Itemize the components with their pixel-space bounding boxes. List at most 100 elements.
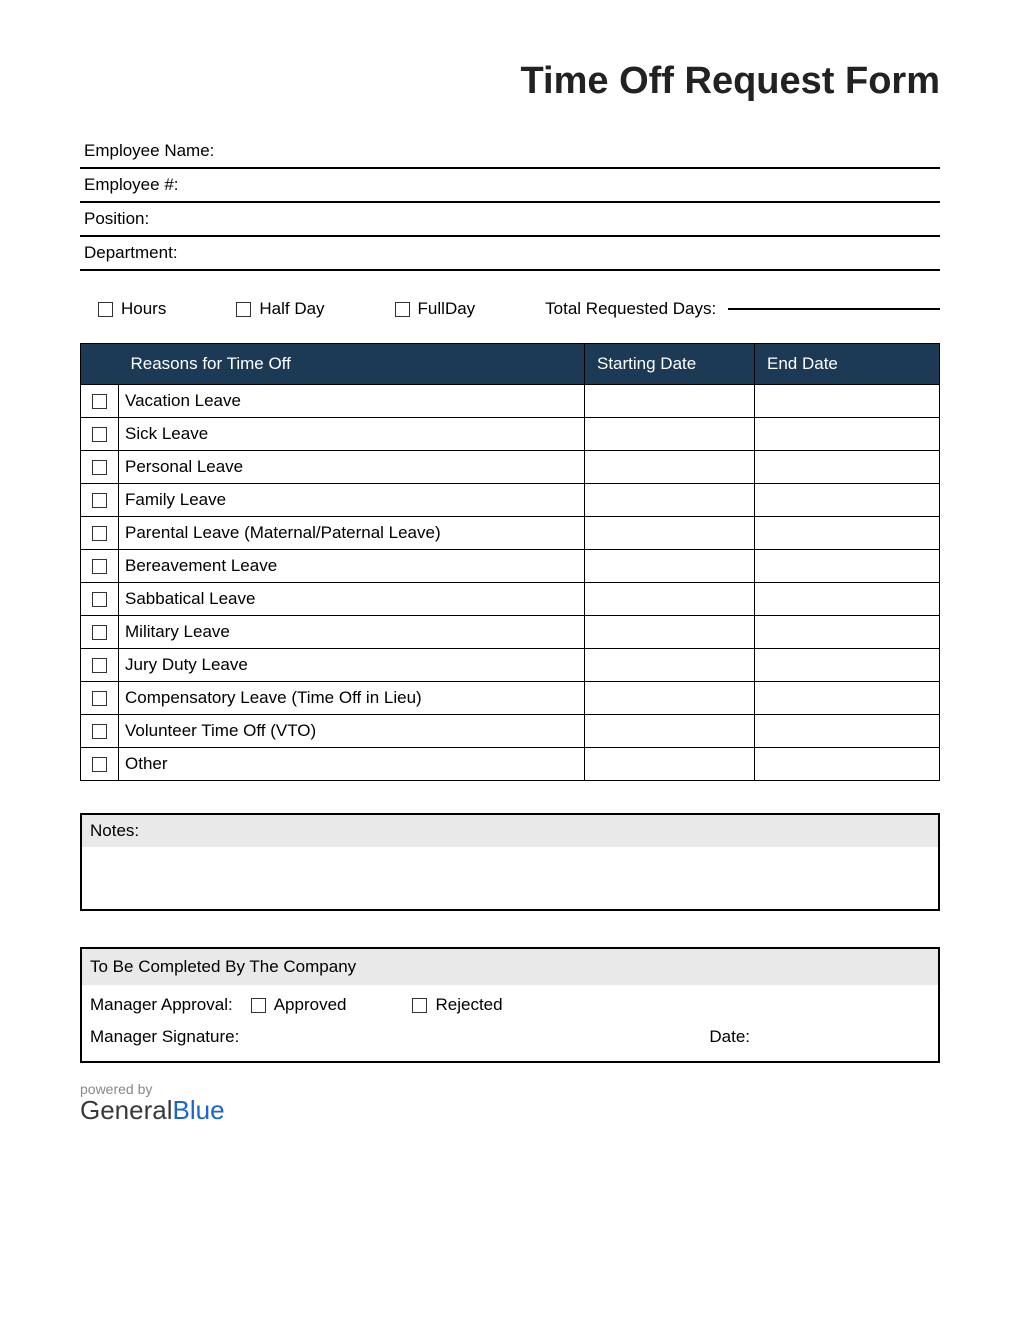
start-date-input[interactable] xyxy=(585,517,755,550)
reason-label: Family Leave xyxy=(119,484,585,517)
table-row: Other xyxy=(81,748,940,781)
reason-checkbox-cell[interactable] xyxy=(81,451,119,484)
table-row: Family Leave xyxy=(81,484,940,517)
full-day-option[interactable]: FullDay xyxy=(395,299,476,319)
total-requested-label: Total Requested Days: xyxy=(545,299,716,319)
start-date-input[interactable] xyxy=(585,583,755,616)
hours-label: Hours xyxy=(121,299,166,319)
reason-checkbox-cell[interactable] xyxy=(81,418,119,451)
reason-checkbox-cell[interactable] xyxy=(81,682,119,715)
checkbox-icon[interactable] xyxy=(251,998,266,1013)
checkbox-icon[interactable] xyxy=(92,625,107,640)
manager-signature-label: Manager Signature: xyxy=(90,1027,239,1047)
reason-label: Personal Leave xyxy=(119,451,585,484)
checkbox-icon[interactable] xyxy=(236,302,251,317)
total-requested-input[interactable] xyxy=(728,308,940,310)
end-date-input[interactable] xyxy=(755,649,940,682)
checkbox-icon[interactable] xyxy=(395,302,410,317)
checkbox-icon[interactable] xyxy=(92,427,107,442)
checkbox-icon[interactable] xyxy=(92,724,107,739)
end-date-input[interactable] xyxy=(755,583,940,616)
reason-checkbox-cell[interactable] xyxy=(81,649,119,682)
checkbox-icon[interactable] xyxy=(92,559,107,574)
checkbox-icon[interactable] xyxy=(92,526,107,541)
half-day-label: Half Day xyxy=(259,299,324,319)
reason-checkbox-cell[interactable] xyxy=(81,616,119,649)
start-date-input[interactable] xyxy=(585,385,755,418)
start-date-input[interactable] xyxy=(585,550,755,583)
checkbox-icon[interactable] xyxy=(412,998,427,1013)
checkbox-icon[interactable] xyxy=(92,394,107,409)
employee-info-block: Employee Name: Employee #: Position: Dep… xyxy=(80,135,940,271)
end-date-input[interactable] xyxy=(755,715,940,748)
table-row: Sabbatical Leave xyxy=(81,583,940,616)
table-header-reason: Reasons for Time Off xyxy=(119,344,585,385)
end-date-input[interactable] xyxy=(755,517,940,550)
table-row: Volunteer Time Off (VTO) xyxy=(81,715,940,748)
checkbox-icon[interactable] xyxy=(92,691,107,706)
reason-label: Military Leave xyxy=(119,616,585,649)
reason-label: Jury Duty Leave xyxy=(119,649,585,682)
checkbox-icon[interactable] xyxy=(92,658,107,673)
start-date-input[interactable] xyxy=(585,715,755,748)
reason-checkbox-cell[interactable] xyxy=(81,715,119,748)
hours-option[interactable]: Hours xyxy=(98,299,166,319)
reason-checkbox-cell[interactable] xyxy=(81,517,119,550)
manager-approval-label: Manager Approval: xyxy=(90,995,233,1015)
table-row: Sick Leave xyxy=(81,418,940,451)
end-date-input[interactable] xyxy=(755,484,940,517)
start-date-input[interactable] xyxy=(585,616,755,649)
reason-checkbox-cell[interactable] xyxy=(81,385,119,418)
table-row: Parental Leave (Maternal/Paternal Leave) xyxy=(81,517,940,550)
page-title: Time Off Request Form xyxy=(80,60,940,103)
reason-label: Volunteer Time Off (VTO) xyxy=(119,715,585,748)
reason-label: Sick Leave xyxy=(119,418,585,451)
employee-name-field[interactable]: Employee Name: xyxy=(80,135,940,169)
table-row: Jury Duty Leave xyxy=(81,649,940,682)
table-row: Bereavement Leave xyxy=(81,550,940,583)
company-header: To Be Completed By The Company xyxy=(82,949,938,985)
end-date-input[interactable] xyxy=(755,682,940,715)
notes-box[interactable]: Notes: xyxy=(80,813,940,911)
end-date-input[interactable] xyxy=(755,550,940,583)
department-field[interactable]: Department: xyxy=(80,237,940,271)
brand-blue: Blue xyxy=(173,1095,225,1125)
end-date-input[interactable] xyxy=(755,385,940,418)
reason-checkbox-cell[interactable] xyxy=(81,748,119,781)
checkbox-icon[interactable] xyxy=(92,592,107,607)
reason-label: Compensatory Leave (Time Off in Lieu) xyxy=(119,682,585,715)
notes-label: Notes: xyxy=(82,815,938,847)
company-section: To Be Completed By The Company Manager A… xyxy=(80,947,940,1063)
end-date-input[interactable] xyxy=(755,748,940,781)
table-row: Personal Leave xyxy=(81,451,940,484)
employee-number-field[interactable]: Employee #: xyxy=(80,169,940,203)
reason-label: Other xyxy=(119,748,585,781)
start-date-input[interactable] xyxy=(585,748,755,781)
start-date-input[interactable] xyxy=(585,418,755,451)
rejected-option[interactable]: Rejected xyxy=(412,995,502,1015)
table-header-check xyxy=(81,344,119,385)
start-date-input[interactable] xyxy=(585,682,755,715)
checkbox-icon[interactable] xyxy=(92,460,107,475)
half-day-option[interactable]: Half Day xyxy=(236,299,324,319)
reason-checkbox-cell[interactable] xyxy=(81,583,119,616)
approved-option[interactable]: Approved xyxy=(251,995,347,1015)
table-row: Military Leave xyxy=(81,616,940,649)
reasons-table: Reasons for Time Off Starting Date End D… xyxy=(80,343,940,781)
position-field[interactable]: Position: xyxy=(80,203,940,237)
start-date-input[interactable] xyxy=(585,484,755,517)
reason-label: Vacation Leave xyxy=(119,385,585,418)
rejected-label: Rejected xyxy=(435,995,502,1015)
checkbox-icon[interactable] xyxy=(98,302,113,317)
end-date-input[interactable] xyxy=(755,616,940,649)
start-date-input[interactable] xyxy=(585,451,755,484)
end-date-input[interactable] xyxy=(755,418,940,451)
full-day-label: FullDay xyxy=(418,299,476,319)
checkbox-icon[interactable] xyxy=(92,493,107,508)
reason-checkbox-cell[interactable] xyxy=(81,550,119,583)
reason-checkbox-cell[interactable] xyxy=(81,484,119,517)
start-date-input[interactable] xyxy=(585,649,755,682)
checkbox-icon[interactable] xyxy=(92,757,107,772)
duration-row: Hours Half Day FullDay Total Requested D… xyxy=(80,299,940,319)
end-date-input[interactable] xyxy=(755,451,940,484)
